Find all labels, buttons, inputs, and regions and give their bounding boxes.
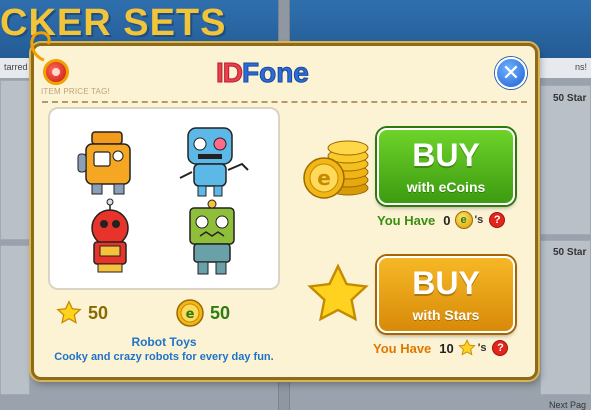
price-ecoins-value: 50 <box>210 302 231 323</box>
star-icon <box>307 263 369 322</box>
logo-id-text: ID <box>216 57 244 88</box>
stars-balance-label: You Have <box>373 340 432 356</box>
ecoin-icon: e <box>176 299 204 327</box>
buy-ecoins-subtitle: with eCoins <box>406 179 486 195</box>
svg-text:e: e <box>317 166 331 190</box>
sticker-price: 50 Star <box>553 247 587 258</box>
robot-toys-image <box>77 127 249 275</box>
stars-balance-suffix: 's <box>477 342 487 354</box>
sticker-card[interactable] <box>540 240 591 395</box>
sticker-price: 50 Star <box>553 93 587 104</box>
price-tag-label: ITEM PRICE TAG! <box>41 87 110 96</box>
stars-balance: You Have 10 's ? <box>373 338 509 358</box>
coin-stack-icon: e <box>303 140 369 199</box>
ecoins-help-icon[interactable]: ? <box>489 212 506 228</box>
next-page-link[interactable]: Next Pag <box>549 400 586 410</box>
header-divider <box>42 101 527 103</box>
item-name: Robot Toys <box>131 335 197 349</box>
robot-blue <box>179 127 249 197</box>
buy-with-ecoins-button[interactable]: BUY with eCoins <box>377 128 515 205</box>
price-stars: 50 <box>56 299 108 327</box>
price-ecoins: e 50 <box>176 299 230 327</box>
buy-stars-title: BUY <box>412 265 480 301</box>
star-icon <box>56 300 82 324</box>
purchase-dialog: ITEM PRICE TAG! ID Fone ✕ 50 e 50 Robot … <box>30 31 538 380</box>
ecoins-balance-value: 0 <box>443 212 451 228</box>
robot-orange <box>77 131 131 195</box>
close-icon: ✕ <box>501 60 521 86</box>
svg-text:e: e <box>186 307 195 322</box>
robot-red <box>91 198 129 273</box>
robot-green <box>189 199 235 275</box>
ecoins-balance-suffix: 's <box>474 214 484 226</box>
star-icon <box>457 339 476 356</box>
stars-help-icon[interactable]: ? <box>492 340 509 356</box>
logo-fone-text: Fone <box>242 57 310 88</box>
item-description: Cooky and crazy robots for every day fun… <box>54 351 274 363</box>
buy-with-stars-button[interactable]: BUY with Stars <box>377 256 515 333</box>
sticker-card[interactable] <box>0 245 30 395</box>
buy-stars-subtitle: with Stars <box>412 307 480 323</box>
close-button[interactable]: ✕ <box>495 57 527 89</box>
ecoins-balance-label: You Have <box>377 212 436 228</box>
ecoins-balance: You Have 0 e 's ? <box>377 210 506 230</box>
price-stars-value: 50 <box>88 302 109 323</box>
ecoin-icon: e <box>454 211 473 229</box>
idfone-logo: ID Fone <box>216 56 310 90</box>
buy-ecoins-title: BUY <box>412 137 480 173</box>
sticker-card[interactable] <box>540 85 591 235</box>
sticker-card[interactable] <box>0 80 30 240</box>
stars-balance-value: 10 <box>439 340 454 356</box>
price-tag-ring-icon <box>43 59 69 85</box>
